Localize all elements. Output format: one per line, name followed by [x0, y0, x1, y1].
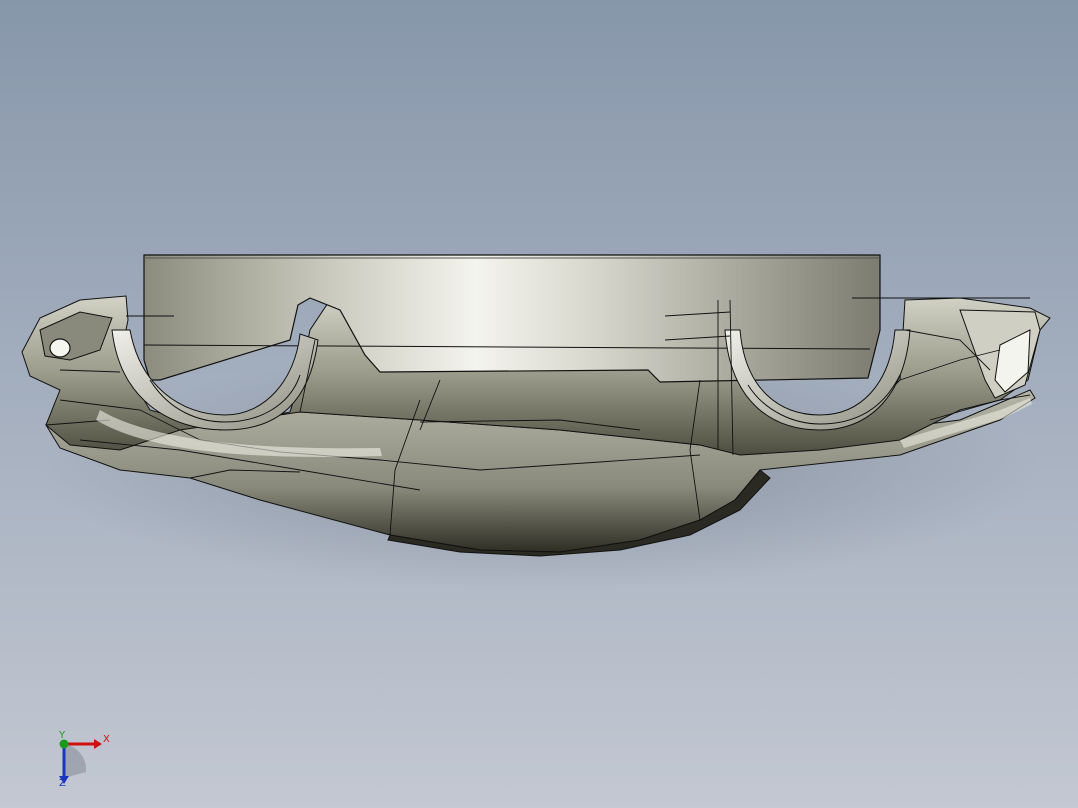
x-axis-arrow [94, 739, 102, 749]
graphics-viewport[interactable]: X Y Z [0, 0, 1078, 808]
model-3d-view[interactable] [0, 0, 1078, 808]
z-axis-label: Z [59, 778, 66, 789]
triad-shadow [64, 744, 87, 778]
x-axis-label: X [103, 734, 110, 745]
left-fog-lamp-hole[interactable] [49, 338, 71, 358]
y-axis-label: Y [59, 730, 66, 741]
reinforcement-beam[interactable] [143, 254, 881, 383]
reference-triad[interactable] [40, 722, 130, 794]
